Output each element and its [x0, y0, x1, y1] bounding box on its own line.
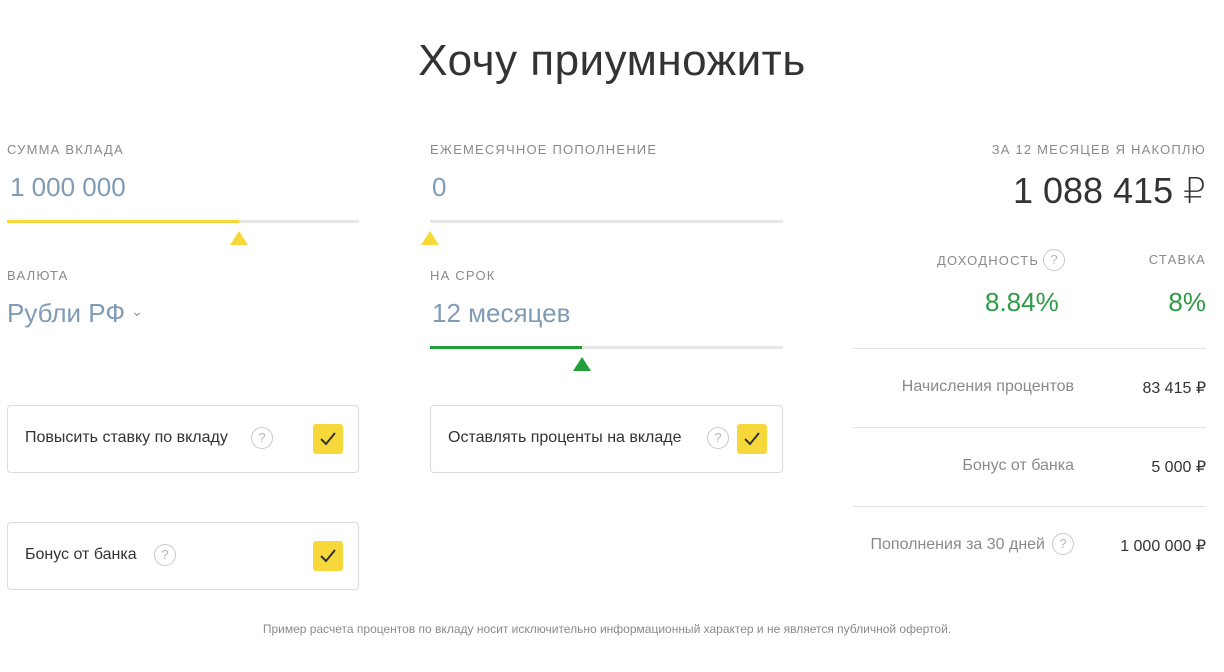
- option-bank-bonus[interactable]: Бонус от банка ?: [7, 522, 359, 590]
- help-icon[interactable]: ?: [1052, 533, 1074, 555]
- bank-bonus-value: 5 000 ₽: [1151, 459, 1206, 476]
- chevron-down-icon: ⌄: [131, 302, 143, 319]
- term-slider-fill: [430, 346, 582, 349]
- option-keep-interest-label: Оставлять проценты на вкладе: [448, 429, 682, 446]
- monthly-topup-slider-handle[interactable]: [421, 231, 439, 245]
- term-input[interactable]: 12 месяцев: [432, 298, 570, 329]
- option-keep-interest-checkbox[interactable]: [737, 424, 767, 454]
- option-bank-bonus-label: Бонус от банка: [25, 546, 137, 563]
- interest-accrual-value: 83 415 ₽: [1142, 380, 1206, 397]
- checkmark-icon: [744, 432, 760, 446]
- divider: [853, 427, 1206, 428]
- page-title: Хочу приумножить: [418, 36, 806, 85]
- currency-select[interactable]: Рубли РФ ⌄: [7, 298, 143, 329]
- result-label: ЗА 12 МЕСЯЦЕВ Я НАКОПЛЮ: [991, 142, 1206, 157]
- topups-label: Пополнения за 30 дней: [870, 536, 1046, 553]
- help-icon[interactable]: ?: [1043, 249, 1065, 271]
- disclaimer: Пример расчета процентов по вкладу носит…: [262, 622, 952, 636]
- monthly-topup-slider-track[interactable]: [430, 220, 783, 223]
- divider: [853, 348, 1206, 349]
- deposit-amount-slider-fill: [7, 220, 239, 223]
- currency-value: Рубли РФ: [7, 298, 126, 328]
- yield-value: 8.84%: [985, 287, 1059, 317]
- option-raise-rate-label: Повысить ставку по вкладу: [25, 429, 228, 446]
- result-total: 1 088 415 ₽: [1012, 170, 1206, 211]
- term-slider-handle[interactable]: [573, 357, 591, 371]
- monthly-topup-label: ЕЖЕМЕСЯЧНОЕ ПОПОЛНЕНИЕ: [430, 142, 658, 157]
- deposit-amount-input[interactable]: 1 000 000: [10, 172, 126, 203]
- option-raise-rate[interactable]: Повысить ставку по вкладу ?: [7, 405, 359, 473]
- rate-value: 8%: [1168, 287, 1206, 317]
- yield-label: ДОХОДНОСТЬ: [937, 253, 1040, 268]
- currency-label: ВАЛЮТА: [7, 268, 69, 283]
- topups-value: 1 000 000 ₽: [1120, 538, 1206, 555]
- deposit-amount-slider-handle[interactable]: [230, 231, 248, 245]
- help-icon[interactable]: ?: [154, 544, 176, 566]
- option-raise-rate-checkbox[interactable]: [313, 424, 343, 454]
- divider: [853, 506, 1206, 507]
- deposit-amount-slider-track[interactable]: [7, 220, 359, 223]
- checkmark-icon: [320, 549, 336, 563]
- term-label: НА СРОК: [430, 268, 496, 283]
- monthly-topup-input[interactable]: 0: [432, 172, 446, 203]
- help-icon[interactable]: ?: [251, 427, 273, 449]
- rate-label: СТАВКА: [1148, 252, 1206, 267]
- checkmark-icon: [320, 432, 336, 446]
- option-bank-bonus-checkbox[interactable]: [313, 541, 343, 571]
- deposit-amount-label: СУММА ВКЛАДА: [7, 142, 124, 157]
- interest-accrual-label: Начисления процентов: [901, 378, 1074, 395]
- term-slider-track[interactable]: [430, 346, 783, 349]
- help-icon[interactable]: ?: [707, 427, 729, 449]
- option-keep-interest[interactable]: Оставлять проценты на вкладе ?: [430, 405, 783, 473]
- bank-bonus-label: Бонус от банка: [962, 457, 1074, 474]
